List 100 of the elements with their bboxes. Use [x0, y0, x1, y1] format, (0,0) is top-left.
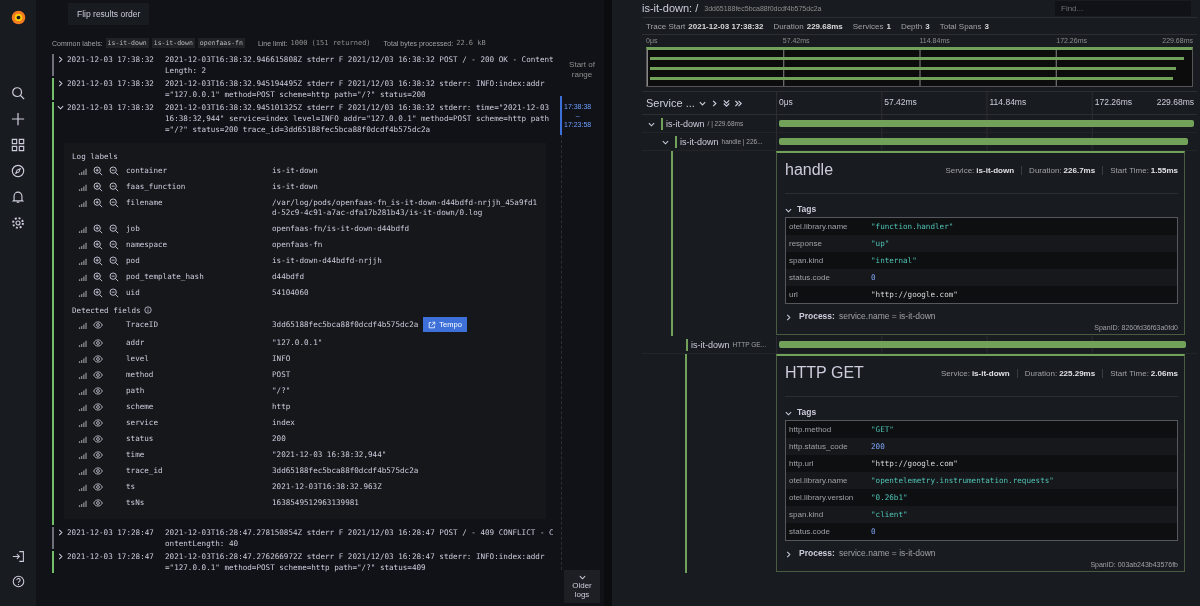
zoom-in-icon[interactable]	[93, 288, 103, 298]
tag-key: http.status_code	[786, 442, 871, 451]
plus-icon[interactable]	[11, 112, 25, 126]
zoom-out-icon[interactable]	[109, 272, 119, 282]
dashboard-grid-icon[interactable]	[11, 138, 25, 152]
chevron-down-icon[interactable]	[785, 206, 792, 214]
eye-icon[interactable]	[93, 354, 103, 364]
double-chevron-right-icon[interactable]	[733, 98, 743, 108]
bar-chart-icon[interactable]	[78, 338, 87, 348]
bar-chart-icon[interactable]	[78, 182, 87, 192]
tags-heading[interactable]: Tags	[797, 407, 817, 417]
logo-icon[interactable]	[9, 9, 27, 26]
bar-chart-icon[interactable]	[78, 386, 87, 396]
process-label[interactable]: Process:	[799, 548, 835, 558]
bar-chart-icon[interactable]	[78, 418, 87, 428]
zoom-in-icon[interactable]	[93, 198, 103, 208]
trace-minimap[interactable]	[646, 47, 1193, 87]
bar-chart-icon[interactable]	[78, 288, 87, 298]
zoom-in-icon[interactable]	[93, 182, 103, 192]
bar-chart-icon[interactable]	[78, 354, 87, 364]
bell-icon[interactable]	[11, 190, 25, 204]
bar-chart-icon[interactable]	[78, 198, 87, 208]
eye-icon[interactable]	[93, 482, 103, 492]
bar-chart-icon[interactable]	[78, 402, 87, 412]
older-logs-button[interactable]: Older logs	[564, 570, 600, 603]
span-service-name[interactable]: is-it-down	[666, 118, 705, 129]
zoom-out-icon[interactable]	[109, 224, 119, 234]
span-title: HTTP GET	[785, 364, 864, 382]
trace-stat-value: 2021-12-03 17:38:32	[688, 21, 764, 31]
find-field[interactable]: Find...	[1055, 0, 1191, 16]
bar-chart-icon[interactable]	[78, 434, 87, 444]
help-icon[interactable]	[11, 575, 25, 588]
tag-key: otel.library.version	[786, 493, 871, 502]
tag-key: http.url	[786, 459, 871, 468]
duration-label: Duration:	[1029, 165, 1062, 175]
tags-heading[interactable]: Tags	[797, 204, 817, 214]
start-time-value: 1.55ms	[1150, 165, 1178, 175]
chevron-right-icon[interactable]	[57, 553, 64, 560]
eye-icon[interactable]	[93, 370, 103, 380]
zoom-in-icon[interactable]	[93, 272, 103, 282]
settings-icon[interactable]	[11, 216, 25, 230]
zoom-in-icon[interactable]	[93, 256, 103, 266]
zoom-in-icon[interactable]	[93, 224, 103, 234]
double-chevron-down-icon[interactable]	[721, 98, 731, 108]
trace-stat-value: 229.68ms	[806, 21, 843, 31]
chevron-right-icon[interactable]	[57, 56, 64, 63]
sign-in-icon[interactable]	[11, 550, 25, 563]
chevron-down-icon[interactable]	[662, 139, 669, 146]
bar-chart-icon[interactable]	[78, 272, 87, 282]
bar-chart-icon[interactable]	[78, 320, 87, 330]
eye-icon[interactable]	[93, 434, 103, 444]
trace-stat-label: Depth	[900, 21, 923, 31]
search-icon[interactable]	[11, 86, 25, 100]
eye-icon[interactable]	[93, 466, 103, 476]
chevron-right-icon[interactable]	[57, 80, 64, 87]
tag-key: url	[786, 290, 871, 299]
bar-chart-icon[interactable]	[78, 450, 87, 460]
zoom-out-icon[interactable]	[109, 198, 119, 208]
zoom-out-icon[interactable]	[109, 182, 119, 192]
eye-icon[interactable]	[93, 402, 103, 412]
zoom-out-icon[interactable]	[109, 288, 119, 298]
start-time-value: 2.06ms	[1150, 368, 1178, 378]
service-label: Service:	[945, 165, 975, 175]
chevron-down-icon[interactable]	[57, 104, 64, 111]
bar-chart-icon[interactable]	[78, 240, 87, 250]
flip-results-order-button[interactable]: Flip results order	[68, 3, 150, 25]
timeline-tick-label: 0μs	[778, 97, 793, 107]
zoom-out-icon[interactable]	[109, 256, 119, 266]
trace-stat-label: Services	[852, 21, 884, 31]
span-service-name[interactable]: is-it-down	[680, 136, 719, 147]
chevron-down-icon[interactable]	[785, 409, 792, 417]
zoom-in-icon[interactable]	[93, 240, 103, 250]
span-service-name[interactable]: is-it-down	[691, 339, 730, 350]
service-label: Service:	[941, 368, 970, 378]
zoom-out-icon[interactable]	[109, 166, 119, 176]
chevron-right-icon[interactable]	[785, 550, 792, 558]
bar-chart-icon[interactable]	[78, 466, 87, 476]
zoom-in-icon[interactable]	[93, 166, 103, 176]
trace-stat-value: 3	[925, 21, 930, 31]
eye-icon[interactable]	[93, 338, 103, 348]
timeline-tick-label: 172.26ms	[1093, 97, 1133, 107]
info-icon[interactable]	[143, 306, 152, 314]
eye-icon[interactable]	[93, 498, 103, 508]
eye-icon[interactable]	[93, 418, 103, 428]
bar-chart-icon[interactable]	[78, 370, 87, 380]
chevron-down-icon[interactable]	[648, 121, 655, 128]
eye-icon[interactable]	[93, 320, 103, 330]
zoom-out-icon[interactable]	[109, 240, 119, 250]
trace-stat-label: Trace Start	[646, 21, 686, 31]
process-label[interactable]: Process:	[799, 311, 835, 321]
bar-chart-icon[interactable]	[78, 482, 87, 492]
bar-chart-icon[interactable]	[78, 166, 87, 176]
chevron-right-icon[interactable]	[785, 313, 792, 321]
eye-icon[interactable]	[93, 450, 103, 460]
compass-icon[interactable]	[11, 164, 25, 178]
bar-chart-icon[interactable]	[78, 224, 87, 234]
chevron-right-icon[interactable]	[57, 529, 64, 536]
eye-icon[interactable]	[93, 386, 103, 396]
bar-chart-icon[interactable]	[78, 498, 87, 508]
bar-chart-icon[interactable]	[78, 256, 87, 266]
